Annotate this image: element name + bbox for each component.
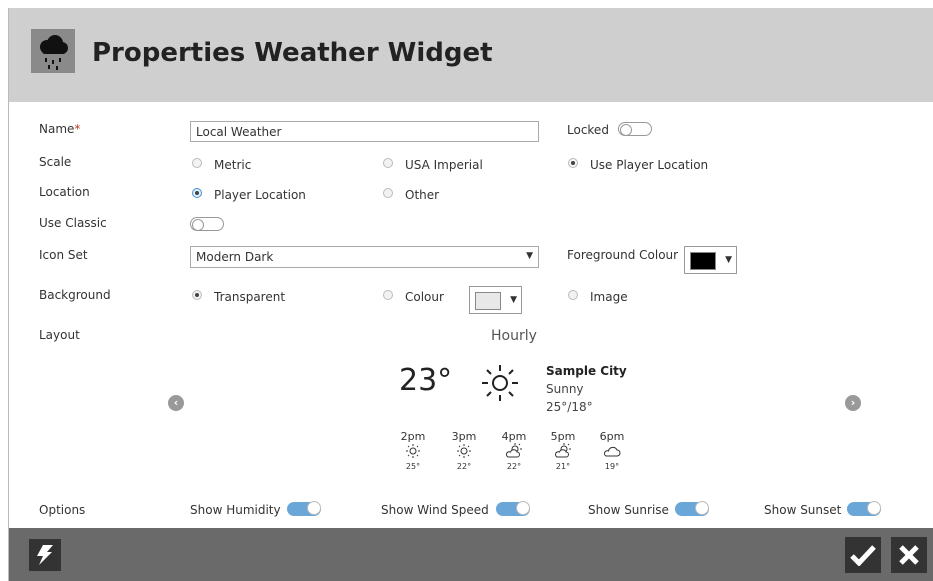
scale-metric-label: Metric: [214, 158, 252, 172]
show-wind-speed-toggle[interactable]: [496, 501, 530, 516]
hour-time: 5pm: [550, 430, 576, 443]
scale-player-location-label: Use Player Location: [590, 158, 709, 172]
show-wind-speed-label: Show Wind Speed: [381, 503, 489, 517]
scale-usa-imperial-radio[interactable]: [383, 158, 393, 168]
show-sunrise-toggle[interactable]: [675, 501, 709, 516]
show-humidity-toggle[interactable]: [287, 501, 321, 516]
hour-column: 6pm 19°: [597, 430, 627, 471]
location-player-radio[interactable]: [192, 188, 202, 198]
preview-range: 25°/18°: [546, 400, 593, 414]
hour-time: 6pm: [599, 430, 625, 443]
properties-dialog: Properties Weather Widget Name* Locked S…: [8, 8, 933, 581]
lightning-button[interactable]: [29, 539, 61, 571]
dropdown-arrow-icon: ▼: [510, 295, 517, 305]
icon-set-value: Modern Dark: [196, 250, 274, 264]
hour-column: 5pm 21°: [548, 430, 578, 471]
hour-temp: 22°: [506, 462, 522, 471]
lightning-icon: [37, 545, 53, 565]
background-image-label: Image: [590, 290, 628, 304]
preview-condition: Sunny: [546, 382, 584, 396]
icon-set-select[interactable]: Modern Dark ▼: [190, 246, 539, 268]
location-other-label: Other: [405, 188, 440, 202]
hour-column: 3pm 22°: [449, 430, 479, 471]
background-colour-label: Colour: [405, 290, 444, 304]
preview-city: Sample City: [546, 364, 627, 378]
toggle-knob: [307, 501, 321, 515]
hour-temp: 25°: [405, 462, 421, 471]
location-label: Location: [39, 185, 90, 199]
background-transparent-label: Transparent: [214, 290, 286, 304]
background-colour-radio[interactable]: [383, 290, 393, 300]
background-colour-swatch: [475, 292, 501, 310]
cancel-button[interactable]: [891, 537, 927, 573]
hour-temp: 19°: [604, 462, 620, 471]
partly-cloudy-icon: [499, 443, 529, 462]
background-label: Background: [39, 288, 111, 302]
hour-time: 2pm: [400, 430, 426, 443]
foreground-colour-label: Foreground Colour: [567, 248, 679, 262]
hour-column: 4pm 22°: [499, 430, 529, 471]
use-classic-label: Use Classic: [39, 216, 107, 230]
layout-label: Layout: [39, 328, 80, 342]
location-other-radio[interactable]: [383, 188, 393, 198]
show-sunset-label: Show Sunset: [764, 503, 842, 517]
show-sunrise-label: Show Sunrise: [588, 503, 669, 517]
dialog-footer: [9, 528, 933, 581]
background-transparent-radio[interactable]: [192, 290, 202, 300]
confirm-button[interactable]: [845, 537, 881, 573]
toggle-knob: [620, 124, 632, 136]
foreground-colour-swatch: [690, 252, 716, 270]
toggle-knob: [192, 219, 204, 231]
close-icon: [899, 545, 919, 565]
toggle-knob: [516, 501, 530, 515]
use-classic-toggle[interactable]: [190, 217, 224, 231]
hour-temp: 22°: [456, 462, 472, 471]
background-colour-picker[interactable]: ▼: [469, 286, 522, 314]
hour-column: 2pm 25°: [398, 430, 428, 471]
hour-time: 3pm: [451, 430, 477, 443]
toggle-knob: [695, 501, 709, 515]
cloud-icon: [597, 443, 627, 462]
scale-usa-imperial-label: USA Imperial: [405, 158, 483, 172]
previous-layout-icon[interactable]: ‹: [168, 395, 184, 411]
locked-label: Locked: [567, 123, 609, 137]
scale-player-location-radio[interactable]: [568, 158, 578, 168]
scale-metric-radio[interactable]: [192, 158, 202, 168]
toggle-knob: [867, 501, 881, 515]
background-image-radio[interactable]: [568, 290, 578, 300]
options-label: Options: [39, 503, 86, 517]
foreground-colour-picker[interactable]: ▼: [684, 246, 737, 274]
dropdown-arrow-icon: ▼: [725, 255, 732, 265]
dialog-title: Properties Weather Widget: [92, 38, 493, 68]
next-layout-icon[interactable]: ›: [845, 395, 861, 411]
location-player-label: Player Location: [214, 188, 306, 202]
dropdown-arrow-icon: ▼: [526, 251, 533, 261]
layout-name: Hourly: [491, 328, 537, 344]
show-sunset-toggle[interactable]: [847, 501, 881, 516]
sun-icon: [398, 443, 428, 462]
icon-set-label: Icon Set: [39, 248, 88, 262]
hour-temp: 21°: [555, 462, 571, 471]
name-input[interactable]: [190, 121, 539, 142]
sun-icon: [479, 362, 521, 407]
sun-icon: [449, 443, 479, 462]
locked-toggle[interactable]: [618, 122, 652, 136]
hour-time: 4pm: [501, 430, 527, 443]
checkmark-icon: [850, 545, 876, 566]
show-humidity-label: Show Humidity: [190, 503, 281, 517]
cloud-rain-icon: [31, 29, 75, 73]
preview-temperature: 23°: [399, 363, 453, 398]
scale-label: Scale: [39, 155, 72, 169]
dialog-header: Properties Weather Widget: [9, 8, 933, 102]
partly-cloudy-icon: [548, 443, 578, 462]
name-label: Name*: [39, 122, 81, 136]
